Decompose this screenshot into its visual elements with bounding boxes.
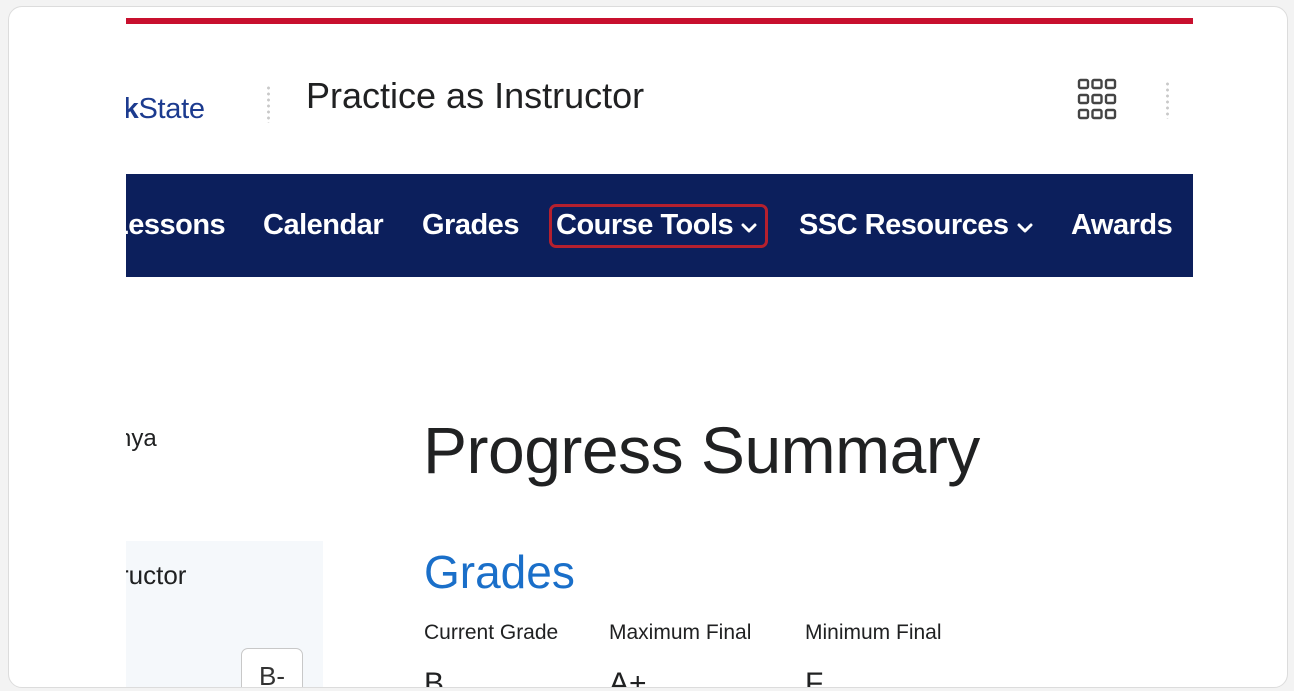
chevron-down-icon [741, 209, 757, 242]
grid-9-icon[interactable] [1077, 77, 1117, 123]
nav-item-label: SSC Resources [799, 209, 1009, 241]
nav-item-ssc-resources[interactable]: SSC Resources [799, 174, 1033, 277]
course-navbar: Lessons Calendar Grades Course Tools SSC… [126, 174, 1193, 277]
nav-item-calendar[interactable]: Calendar [263, 174, 384, 277]
grade-column-label: Current Grade [424, 621, 559, 644]
nav-item-label: Awards [1071, 209, 1173, 241]
section-title-grades[interactable]: Grades [424, 545, 575, 599]
header-divider-right [1166, 81, 1169, 119]
grade-value: F [805, 667, 824, 687]
institution-logo[interactable]: 'kState [126, 93, 205, 126]
nav-item-awards[interactable]: Awards [1071, 174, 1173, 277]
nav-item-grades[interactable]: Grades [422, 174, 519, 277]
course-title[interactable]: Practice as Instructor [306, 75, 644, 117]
user-role: ructor [126, 560, 187, 590]
brand-stripe [126, 18, 1193, 24]
nav-item-course-tools[interactable]: Course Tools [556, 174, 757, 277]
page-title: Progress Summary [423, 413, 980, 487]
nav-item-lessons[interactable]: Lessons [126, 174, 226, 277]
screenshot-frame: 'kState Practice as Instructor [8, 6, 1288, 688]
nav-item-label: Lessons [126, 209, 226, 241]
logo-text-suffix: State [138, 93, 205, 125]
header-divider [267, 85, 270, 123]
chevron-down-icon [1017, 209, 1033, 242]
grade-column-label: Minimum Final [805, 621, 942, 644]
user-name: nya [126, 425, 157, 452]
logo-text-prefix: 'k [126, 93, 139, 125]
grade-value: A+ [609, 667, 647, 687]
grade-chip[interactable]: B- [241, 648, 303, 687]
nav-item-label: Calendar [263, 209, 384, 241]
grade-value: B [424, 667, 445, 687]
nav-item-label: Course Tools [556, 209, 734, 241]
grade-column-label: Maximum Final [609, 621, 752, 644]
browser-viewport: 'kState Practice as Instructor [126, 7, 1193, 687]
nav-item-label: Grades [422, 209, 519, 241]
